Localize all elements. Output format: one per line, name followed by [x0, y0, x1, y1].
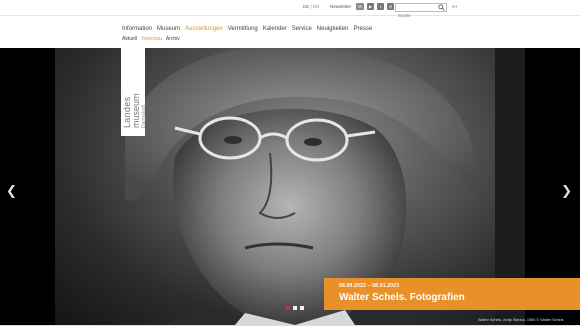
facebook-icon[interactable]: f [377, 3, 384, 10]
lang-de-link[interactable]: DE [303, 4, 309, 9]
mail-icon[interactable]: ✉ [356, 3, 364, 10]
logo-line-3: Darmstadt [141, 104, 147, 128]
exhibition-title: Walter Schels. Fotografien [339, 292, 465, 303]
lang-en-link[interactable]: EN [313, 4, 319, 9]
subnav-item-aktuell[interactable]: Aktuell [122, 36, 137, 42]
slide-indicators [286, 306, 304, 310]
search-input[interactable] [396, 12, 438, 19]
utility-bar: DE | EN Newsletter ✉ ▶ f ◎ A+ [0, 0, 580, 19]
search-box [395, 3, 447, 19]
main-nav: Information Museum Ausstellungen Vermitt… [122, 26, 372, 32]
museum-logo[interactable]: Landes museum Darmstadt [121, 48, 147, 136]
instagram-icon[interactable]: ◎ [387, 3, 394, 10]
newsletter-link[interactable]: Newsletter [330, 4, 351, 9]
sub-nav: Aktuell Vorschau Archiv [122, 36, 180, 42]
chevron-right-icon: ❯ [561, 184, 572, 199]
photo-credit: Walter Schels, Andy Warhol, 1980 © Walte… [478, 318, 564, 322]
nav-item-neuigkeiten[interactable]: Neuigkeiten [317, 26, 349, 32]
nav-item-information[interactable]: Information [122, 26, 152, 32]
slide-dot[interactable] [286, 306, 290, 310]
nav-item-ausstellungen[interactable]: Ausstellungen [185, 26, 223, 32]
nav-item-service[interactable]: Service [292, 26, 312, 32]
nav-item-museum[interactable]: Museum [157, 26, 180, 32]
youtube-icon[interactable]: ▶ [367, 3, 374, 10]
slide-dot[interactable] [293, 306, 297, 310]
social-links: ✉ ▶ f ◎ [356, 3, 394, 10]
nav-item-presse[interactable]: Presse [353, 26, 372, 32]
logo-wordmark: Landes museum Darmstadt [122, 93, 147, 128]
chevron-left-icon: ❮ [6, 184, 17, 199]
nav-item-vermittlung[interactable]: Vermittlung [228, 26, 258, 32]
search-icon[interactable] [438, 4, 445, 11]
subnav-item-vorschau[interactable]: Vorschau [141, 36, 162, 42]
lang-separator: | [310, 4, 312, 9]
next-slide-button[interactable]: ❯ [561, 184, 572, 199]
exhibition-caption[interactable]: 08.09.2022 – 08.01.2023 Walter Schels. F… [324, 278, 580, 310]
exhibition-dates: 08.09.2022 – 08.01.2023 [339, 283, 400, 289]
language-switcher: DE | EN [303, 4, 319, 9]
prev-slide-button[interactable]: ❮ [6, 184, 17, 199]
bottom-divider [0, 325, 580, 330]
subnav-item-archiv[interactable]: Archiv [166, 36, 180, 42]
slide-dot[interactable] [300, 306, 304, 310]
nav-item-kalender[interactable]: Kalender [263, 26, 287, 32]
font-size-toggle[interactable]: A+ [452, 4, 458, 9]
logo-line-2: museum [131, 93, 141, 128]
